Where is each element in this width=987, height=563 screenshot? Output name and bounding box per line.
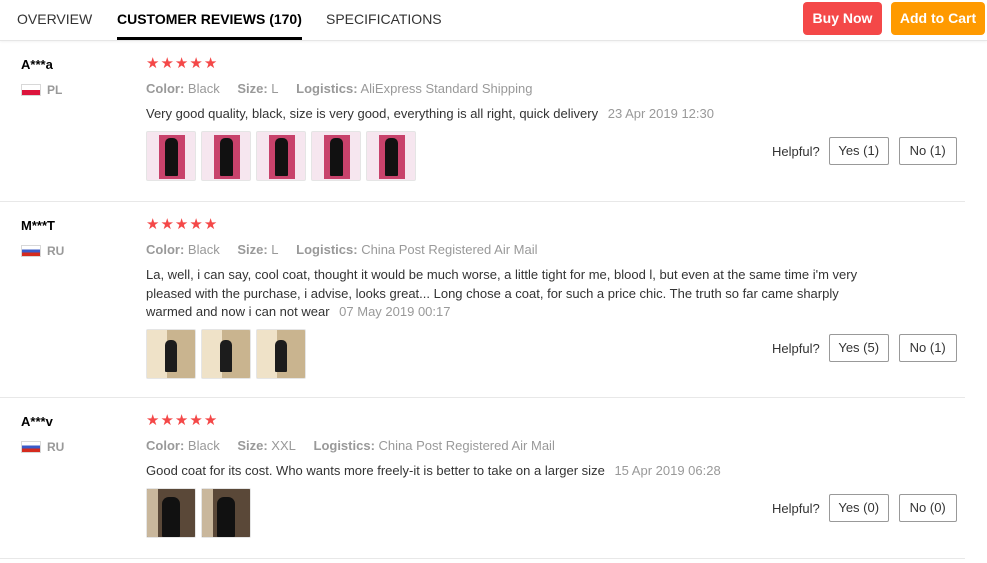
size-label: Size:: [237, 81, 268, 96]
size-label: Size:: [237, 242, 268, 257]
star-icon: ★: [189, 55, 203, 72]
review-item: A***a PL ★ ★ ★ ★ ★ Color: Black Size: L …: [0, 41, 965, 202]
order-attributes: Color: Black Size: XXL Logistics: China …: [146, 438, 569, 453]
vote-no-button[interactable]: No (1): [898, 137, 957, 165]
star-icon: ★: [203, 216, 218, 233]
country-code: RU: [47, 440, 65, 454]
poland-flag-icon: [21, 84, 41, 96]
review-photo[interactable]: [146, 488, 196, 538]
review-photo[interactable]: [256, 131, 306, 181]
country-code: RU: [47, 244, 65, 258]
review-date: 15 Apr 2019 06:28: [614, 463, 721, 478]
review-item: M***T RU ★ ★ ★ ★ ★ Color: Black Size: L …: [0, 202, 965, 398]
reviewer-country: RU: [21, 440, 64, 454]
color-label: Color:: [146, 81, 185, 96]
color-value: Black: [187, 242, 220, 257]
star-rating: ★ ★ ★ ★ ★: [146, 56, 217, 72]
review-text: Good coat for its cost. Who wants more f…: [146, 462, 866, 481]
star-icon: ★: [174, 55, 189, 72]
helpful-label: Helpful?: [772, 340, 820, 356]
helpful-label: Helpful?: [772, 500, 820, 516]
review-date: 23 Apr 2019 12:30: [607, 106, 714, 121]
review-photo[interactable]: [311, 131, 361, 181]
buy-now-button[interactable]: Buy Now: [803, 2, 882, 35]
size-value: L: [271, 242, 279, 257]
review-item: A***v RU ★ ★ ★ ★ ★ Color: Black Size: XX…: [0, 398, 965, 559]
review-body: Very good quality, black, size is very g…: [146, 106, 599, 121]
review-text: La, well, i can say, cool coat, thought …: [146, 266, 866, 322]
review-photos: [146, 329, 306, 379]
review-photo[interactable]: [201, 131, 251, 181]
star-rating: ★ ★ ★ ★ ★: [146, 413, 217, 429]
logistics-value: China Post Registered Air Mail: [361, 242, 538, 257]
color-label: Color:: [146, 242, 185, 257]
reviewer-name: M***T: [21, 218, 55, 233]
tab-customer-reviews[interactable]: CUSTOMER REVIEWS (170): [117, 0, 302, 40]
star-icon: ★: [146, 216, 160, 233]
review-photo[interactable]: [146, 329, 196, 379]
order-attributes: Color: Black Size: L Logistics: China Po…: [146, 242, 552, 257]
star-icon: ★: [203, 55, 218, 72]
size-label: Size:: [237, 438, 268, 453]
star-icon: ★: [146, 55, 160, 72]
review-photo[interactable]: [146, 131, 196, 181]
review-body: Good coat for its cost. Who wants more f…: [146, 463, 605, 478]
star-icon: ★: [189, 216, 203, 233]
russia-flag-icon: [21, 441, 41, 453]
size-value: L: [271, 81, 279, 96]
color-value: Black: [187, 438, 220, 453]
helpful-vote: Helpful? Yes (5) No (1): [772, 334, 957, 362]
size-value: XXL: [271, 438, 296, 453]
tab-specifications[interactable]: SPECIFICATIONS: [326, 0, 442, 40]
logistics-value: AliExpress Standard Shipping: [360, 81, 533, 96]
order-attributes: Color: Black Size: L Logistics: AliExpre…: [146, 81, 546, 96]
review-body: La, well, i can say, cool coat, thought …: [146, 267, 858, 319]
review-photo[interactable]: [366, 131, 416, 181]
helpful-vote: Helpful? Yes (1) No (1): [772, 137, 957, 165]
logistics-label: Logistics:: [296, 81, 358, 96]
russia-flag-icon: [21, 245, 41, 257]
star-icon: ★: [203, 412, 218, 429]
vote-yes-button[interactable]: Yes (1): [828, 137, 889, 165]
vote-no-button[interactable]: No (0): [898, 494, 957, 522]
logistics-label: Logistics:: [313, 438, 375, 453]
review-photo[interactable]: [201, 488, 251, 538]
product-tab-bar: OVERVIEW CUSTOMER REVIEWS (170) SPECIFIC…: [0, 0, 987, 41]
review-photos: [146, 131, 416, 181]
star-icon: ★: [189, 412, 203, 429]
add-to-cart-button[interactable]: Add to Cart: [891, 2, 985, 35]
review-photos: [146, 488, 251, 538]
logistics-value: China Post Registered Air Mail: [378, 438, 555, 453]
star-icon: ★: [146, 412, 160, 429]
star-icon: ★: [174, 412, 189, 429]
star-icon: ★: [160, 216, 174, 233]
color-label: Color:: [146, 438, 185, 453]
vote-yes-button[interactable]: Yes (5): [828, 334, 889, 362]
review-photo[interactable]: [201, 329, 251, 379]
review-date: 07 May 2019 00:17: [339, 304, 451, 319]
star-icon: ★: [160, 55, 174, 72]
reviewer-name: A***v: [21, 414, 53, 429]
helpful-label: Helpful?: [772, 143, 820, 159]
color-value: Black: [187, 81, 220, 96]
country-code: PL: [47, 83, 63, 97]
vote-no-button[interactable]: No (1): [898, 334, 957, 362]
star-icon: ★: [174, 216, 189, 233]
tab-overview[interactable]: OVERVIEW: [17, 0, 92, 40]
reviewer-name: A***a: [21, 57, 53, 72]
review-text: Very good quality, black, size is very g…: [146, 105, 866, 124]
reviewer-country: RU: [21, 244, 64, 258]
vote-yes-button[interactable]: Yes (0): [828, 494, 889, 522]
logistics-label: Logistics:: [296, 242, 358, 257]
helpful-vote: Helpful? Yes (0) No (0): [772, 494, 957, 522]
star-icon: ★: [160, 412, 174, 429]
review-photo[interactable]: [256, 329, 306, 379]
reviewer-country: PL: [21, 83, 62, 97]
star-rating: ★ ★ ★ ★ ★: [146, 217, 217, 233]
